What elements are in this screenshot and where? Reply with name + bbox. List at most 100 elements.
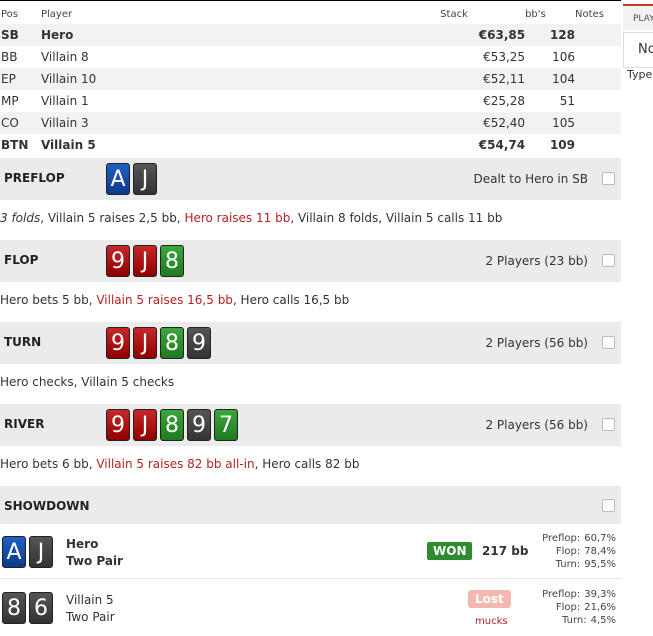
playing-card: J — [29, 536, 53, 568]
player-row[interactable]: BTN Villain 5 €54,74 109 — [0, 134, 621, 156]
player-name: Villain 3 — [40, 112, 441, 134]
street-name: TURN — [4, 335, 42, 349]
river-action: Hero bets 6 bb, Villain 5 raises 82 bb a… — [0, 457, 359, 471]
player-name: Villain 5 — [40, 138, 96, 152]
playing-card: 8 — [160, 245, 184, 277]
showdown-villain: 86 Villain 5 Two Pair Lost mucks Preflop… — [0, 580, 621, 636]
row-divider — [0, 578, 621, 579]
side-tab-players[interactable]: PLAYERS — [623, 4, 653, 30]
street-preflop: PREFLOP AJ Dealt to Hero in SB — [0, 158, 621, 200]
player-stack: €25,28 — [483, 94, 526, 108]
raise-action-text: Villain 5 raises 82 bb all-in — [96, 457, 255, 471]
player-bb: 104 — [525, 68, 576, 90]
player-name: Hero — [40, 24, 441, 46]
street-checkbox[interactable] — [602, 418, 615, 431]
preflop-action: 3 folds, Villain 5 raises 2,5 bb, Hero r… — [0, 211, 502, 225]
player-notes — [575, 134, 621, 156]
equity-label: Turn: — [555, 559, 581, 570]
side-no: No — [638, 42, 653, 57]
equity-value: 60,7% — [584, 533, 616, 544]
side-panel: PLAYERS No Type — [623, 0, 653, 636]
player-bb: 105 — [525, 112, 576, 134]
player-row[interactable]: BB Villain 8 €53,25 106 — [0, 46, 621, 68]
flop-cards: 9J8 — [106, 245, 184, 277]
street-checkbox[interactable] — [602, 172, 615, 185]
equity-line: Preflop: 39,3% — [530, 588, 616, 601]
playing-card: J — [133, 245, 157, 277]
player-notes — [575, 112, 621, 134]
showdown-title: SHOWDOWN — [4, 499, 90, 513]
col-player: Player — [40, 8, 73, 20]
col-stack: Stack — [440, 8, 468, 20]
players-header: Pos Player Stack bb's Notes — [0, 4, 621, 24]
col-notes: Notes — [575, 8, 604, 20]
river-cards: 9J897 — [106, 409, 238, 441]
street-checkbox[interactable] — [602, 254, 615, 267]
playing-card: 9 — [106, 245, 130, 277]
playing-card: J — [133, 163, 157, 195]
equity-value: 78,4% — [584, 546, 616, 557]
street-showdown: SHOWDOWN — [0, 486, 621, 524]
street-name: RIVER — [4, 417, 45, 431]
villain-equity: Preflop: 39,3% Flop: 21,6% Turn: 4,5% — [530, 588, 616, 627]
playing-card: A — [106, 163, 130, 195]
street-turn: TURN 9J89 2 Players (56 bb) — [0, 322, 621, 364]
won-amount: 217 bb — [482, 544, 529, 558]
street-name: PREFLOP — [4, 171, 65, 185]
action-text: 3 folds — [0, 211, 41, 225]
col-pos: Pos — [1, 8, 19, 20]
street-checkbox[interactable] — [602, 336, 615, 349]
player-pos: SB — [0, 24, 41, 46]
player-stack: €52,40 — [440, 112, 526, 134]
player-stack: €52,11 — [440, 68, 526, 90]
turn-action: Hero checks, Villain 5 checks — [0, 375, 174, 389]
action-text: , Villain 5 raises 2,5 bb, — [40, 211, 185, 225]
equity-line: Turn: 4,5% — [530, 614, 616, 627]
player-row[interactable]: EP Villain 10 €52,11 104 — [0, 68, 621, 90]
side-type: Type — [627, 68, 653, 81]
playing-card: 7 — [214, 409, 238, 441]
player-name: Villain 8 — [40, 50, 89, 64]
top-rule — [0, 0, 621, 1]
flop-action: Hero bets 5 bb, Villain 5 raises 16,5 bb… — [0, 293, 349, 307]
street-info: 2 Players (56 bb) — [485, 418, 588, 432]
playing-card: J — [133, 327, 157, 359]
equity-label: Turn: — [562, 615, 587, 626]
player-stack: €54,74 — [478, 138, 526, 152]
street-info: 2 Players (56 bb) — [485, 336, 588, 350]
villain-hole-cards: 86 — [2, 592, 53, 624]
equity-value: 4,5% — [590, 615, 616, 626]
playing-card: 6 — [29, 592, 53, 624]
street-info: Dealt to Hero in SB — [473, 172, 588, 186]
player-notes — [575, 24, 621, 46]
player-pos: BTN — [1, 138, 29, 152]
equity-value: 95,5% — [584, 559, 616, 570]
street-name: FLOP — [4, 253, 39, 267]
player-stack: €53,25 — [483, 50, 526, 64]
action-text: , Hero calls 16,5 bb — [232, 293, 350, 307]
turn-cards: 9J89 — [106, 327, 211, 359]
equity-line: Turn: 95,5% — [530, 558, 616, 571]
player-name: Villain 10 — [40, 68, 441, 90]
playing-card: 9 — [106, 327, 130, 359]
hero-equity: Preflop: 60,7% Flop: 78,4% Turn: 95,5% — [530, 532, 616, 571]
showdown-checkbox[interactable] — [602, 499, 615, 512]
player-bb: 106 — [552, 50, 576, 64]
player-name: Villain 1 — [40, 94, 89, 108]
player-row[interactable]: MP Villain 1 €25,28 51 — [0, 90, 621, 112]
raise-action-text: Villain 5 raises 16,5 bb — [96, 293, 233, 307]
action-text: Hero bets 5 bb, — [0, 293, 97, 307]
playing-card: J — [133, 409, 157, 441]
equity-label: Preflop: — [542, 589, 581, 600]
player-row[interactable]: SB Hero €63,85 128 — [0, 24, 621, 46]
action-text: Hero checks, Villain 5 checks — [0, 375, 175, 389]
player-stack: €63,85 — [440, 24, 526, 46]
player-row[interactable]: CO Villain 3 €52,40 105 — [0, 112, 621, 134]
action-text: , Villain 8 folds, Villain 5 calls 11 bb — [290, 211, 503, 225]
playing-card: 9 — [106, 409, 130, 441]
player-pos: MP — [1, 94, 19, 108]
won-badge: WON — [427, 542, 473, 560]
playing-card: 8 — [160, 327, 184, 359]
playing-card: 8 — [2, 592, 26, 624]
player-pos: EP — [0, 68, 41, 90]
